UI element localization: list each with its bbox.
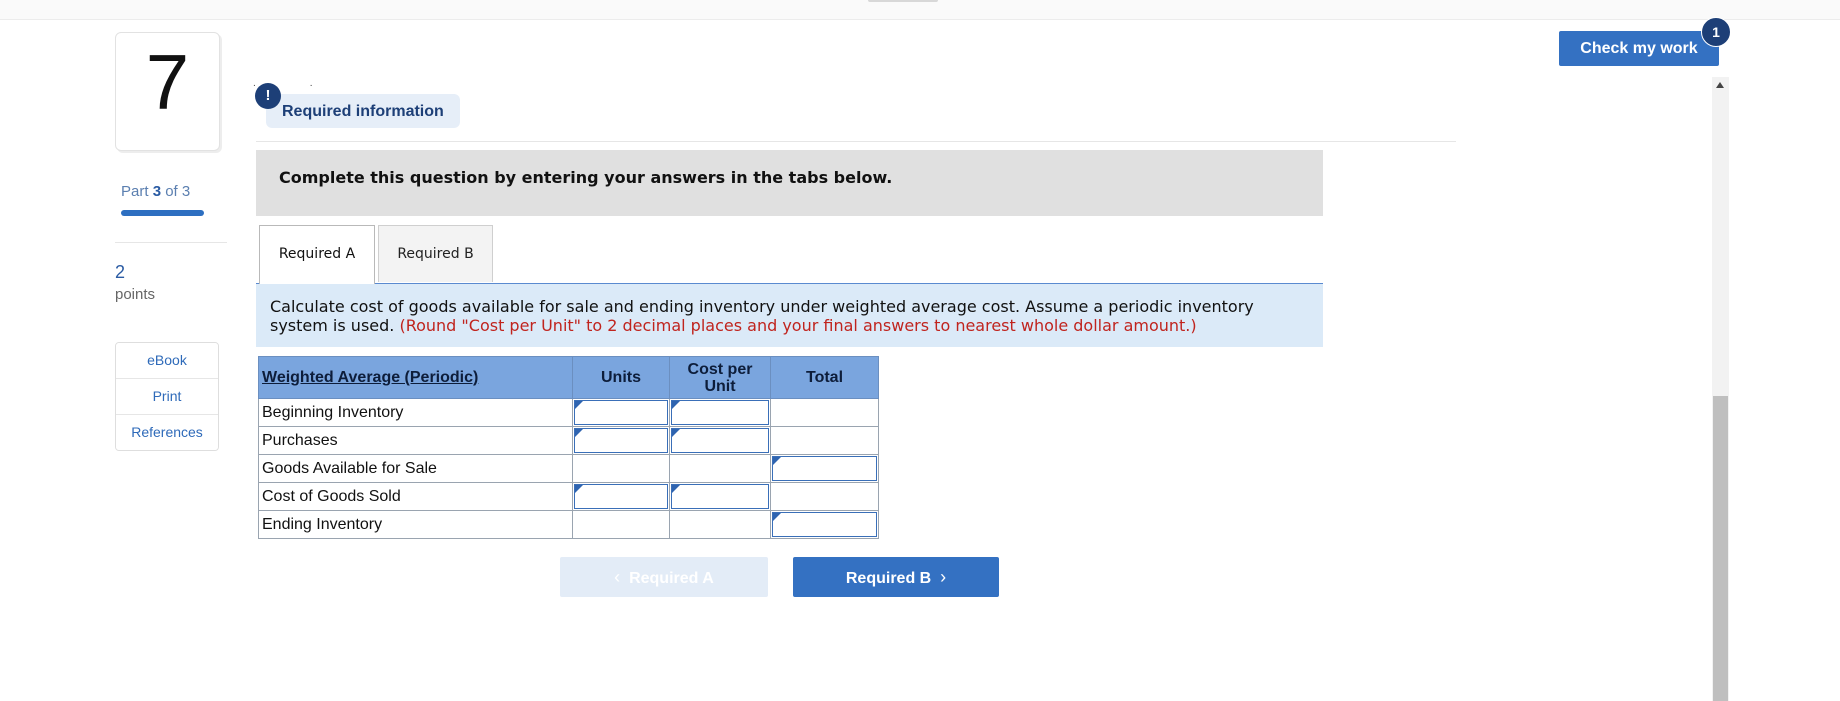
header-total: Total	[770, 356, 879, 399]
header-cost-per-unit-text: Cost per Unit	[687, 360, 753, 395]
cell-cost	[669, 426, 771, 455]
table-row: Beginning Inventory	[258, 398, 879, 427]
header-divider	[256, 141, 1456, 142]
required-information-button[interactable]: Required information	[266, 94, 460, 128]
description-paragraph: Calculate cost of goods available for sa…	[270, 297, 1310, 335]
chevron-right-icon: ›	[940, 567, 947, 587]
row-label: Cost of Goods Sold	[258, 482, 573, 511]
cell-total	[770, 510, 879, 539]
header-weighted-average: Weighted Average (Periodic)	[258, 356, 573, 399]
check-my-work-button[interactable]: Check my work	[1559, 31, 1719, 66]
cell-units	[572, 398, 670, 427]
tab-required-a[interactable]: Required A	[259, 225, 375, 284]
scrollbar-thumb[interactable]	[1713, 396, 1728, 701]
ending-inventory-total-input[interactable]	[772, 512, 877, 537]
scroll-up-arrow-icon[interactable]	[1716, 82, 1724, 88]
points-value: 2	[115, 262, 126, 282]
top-bar	[0, 0, 1840, 20]
purchases-cost-input[interactable]	[671, 428, 769, 453]
header-units: Units	[572, 356, 670, 399]
question-number-card: 7	[115, 32, 220, 151]
points-label: points	[115, 286, 156, 303]
goods-available-total-input[interactable]	[772, 456, 877, 481]
alert-icon: !	[255, 83, 281, 109]
table-row: Goods Available for Sale	[258, 454, 879, 483]
tab-required-b[interactable]: Required B	[378, 225, 493, 282]
chevron-left-icon: ‹	[614, 567, 621, 587]
question-description: Calculate cost of goods available for sa…	[256, 284, 1323, 347]
cell-total	[770, 398, 879, 427]
top-bar-notch	[868, 0, 938, 2]
cell-units	[572, 510, 670, 539]
cogs-units-input[interactable]	[574, 484, 668, 509]
rounding-note: (Round "Cost per Unit" to 2 decimal plac…	[399, 316, 1197, 335]
table-header-row: Weighted Average (Periodic) Units Cost p…	[258, 356, 879, 399]
cell-cost	[669, 510, 771, 539]
ebook-link[interactable]: eBook	[116, 343, 218, 379]
check-work-badge: 1	[1701, 17, 1731, 47]
cell-cost	[669, 454, 771, 483]
instructions-text: Complete this question by entering your …	[279, 168, 893, 187]
cell-units	[572, 426, 670, 455]
part-current: 3	[152, 183, 162, 200]
beginning-inventory-cost-input[interactable]	[671, 400, 769, 425]
cogs-cost-input[interactable]	[671, 484, 769, 509]
cell-units	[572, 482, 670, 511]
prev-required-a-button[interactable]: ‹ Required A	[560, 557, 768, 597]
part-label: Part	[121, 183, 149, 200]
row-label: Beginning Inventory	[258, 398, 573, 427]
cell-total	[770, 482, 879, 511]
part-progress-bar	[121, 210, 204, 216]
beginning-inventory-units-input[interactable]	[574, 400, 668, 425]
next-required-b-button[interactable]: Required B ›	[793, 557, 999, 597]
cell-total	[770, 426, 879, 455]
weighted-average-table: Weighted Average (Periodic) Units Cost p…	[258, 356, 879, 539]
table-row: Cost of Goods Sold	[258, 482, 879, 511]
table-row: Ending Inventory	[258, 510, 879, 539]
purchases-units-input[interactable]	[574, 428, 668, 453]
next-label: Required B	[845, 570, 932, 587]
instructions-banner: Complete this question by entering your …	[256, 150, 1323, 216]
rail-divider	[115, 242, 227, 243]
resource-links: eBook Print References	[115, 342, 219, 451]
references-link[interactable]: References	[116, 415, 218, 450]
row-label: Goods Available for Sale	[258, 454, 573, 483]
part-of: of 3	[165, 183, 191, 200]
cell-units	[572, 454, 670, 483]
table-row: Purchases	[258, 426, 879, 455]
row-label: Purchases	[258, 426, 573, 455]
row-label: Ending Inventory	[258, 510, 573, 539]
prev-label: Required A	[629, 570, 714, 587]
cell-total	[770, 454, 879, 483]
header-cost-per-unit: Cost per Unit	[669, 356, 771, 399]
cell-cost	[669, 482, 771, 511]
print-link[interactable]: Print	[116, 379, 218, 415]
cell-cost	[669, 398, 771, 427]
question-number: 7	[145, 38, 190, 126]
part-indicator: Part 3 of 3	[121, 183, 190, 200]
